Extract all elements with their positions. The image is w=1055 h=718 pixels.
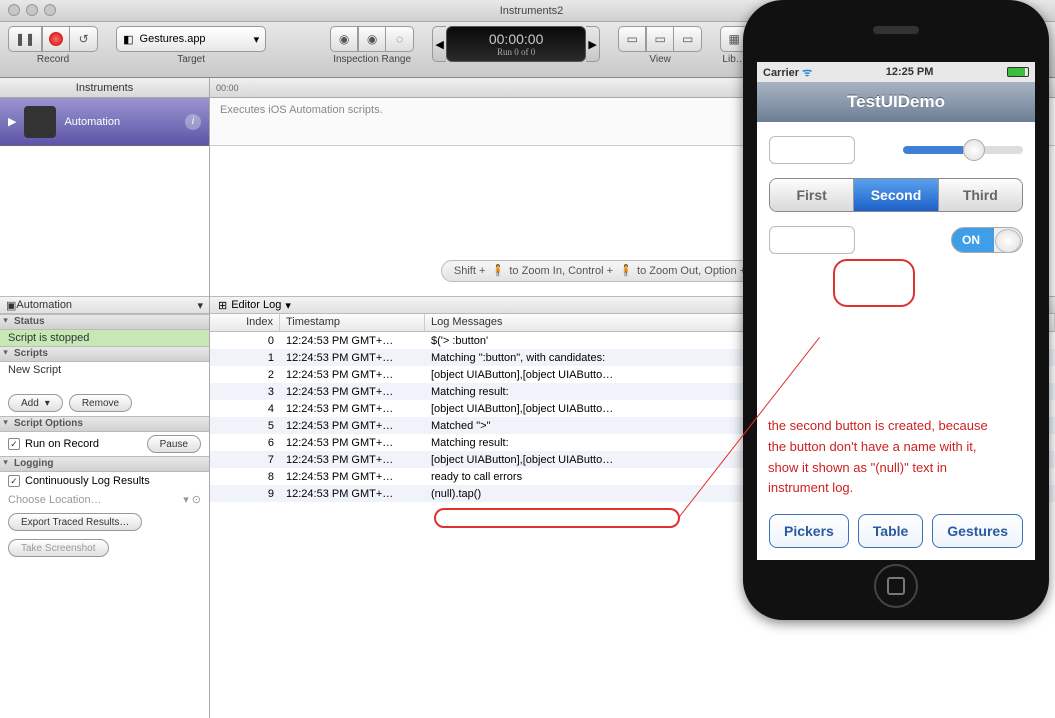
range-start-button[interactable]: ◉ — [330, 26, 358, 52]
logging-header[interactable]: Logging — [0, 456, 209, 472]
annotation-text: the second button is created, because th… — [768, 416, 1008, 499]
automation-icon — [24, 106, 56, 138]
segment-second[interactable]: Second — [854, 179, 938, 211]
script-options-header[interactable]: Script Options — [0, 416, 209, 432]
status-value: Script is stopped — [0, 330, 209, 346]
track-disclosure-icon[interactable]: ▶ — [8, 115, 16, 128]
take-screenshot-button: Take Screenshot — [8, 539, 109, 557]
pause-script-button[interactable]: Pause — [147, 435, 201, 453]
range-clear-button[interactable]: ◌ — [386, 26, 414, 52]
col-timestamp[interactable]: Timestamp — [280, 314, 425, 331]
table-button[interactable]: Table — [858, 514, 924, 548]
person-icon: 🧍 — [491, 264, 503, 278]
battery-icon — [1007, 67, 1029, 77]
detail-dropdown-icon: ▾ — [197, 299, 203, 312]
view-3-button[interactable]: ▭ — [674, 26, 702, 52]
track-name: Automation — [64, 116, 120, 128]
ios-slider[interactable] — [903, 146, 1023, 154]
run-time: 00:00:00 — [489, 31, 544, 47]
ios-switch[interactable]: ON — [951, 227, 1023, 253]
target-selector[interactable]: ◧ Gestures.app ▾ — [116, 26, 266, 52]
add-script-button[interactable]: Add ▾ — [8, 394, 63, 412]
status-section-header[interactable]: Status — [0, 314, 209, 330]
record-button[interactable] — [42, 26, 70, 52]
ios-nav-title: TestUIDemo — [757, 82, 1035, 122]
view-1-button[interactable]: ▭ — [618, 26, 646, 52]
ios-text-field-1[interactable] — [769, 136, 855, 164]
target-app-icon: ◧ — [123, 33, 133, 46]
run-next-button[interactable]: ▶ — [586, 26, 600, 62]
home-button[interactable] — [874, 564, 918, 608]
view-label: View — [649, 54, 671, 65]
ios-text-field-2[interactable] — [769, 226, 855, 254]
script-item[interactable]: New Script — [0, 362, 209, 378]
wifi-icon: ᯤ — [802, 67, 812, 79]
person-icon: 🧍 — [619, 264, 631, 278]
run-on-record-checkbox[interactable]: ✓ — [8, 438, 20, 450]
run-lcd: 00:00:00 Run 0 of 0 — [446, 26, 586, 62]
detail-selector[interactable]: ▣ Automation ▾ — [0, 296, 209, 314]
run-status: Run 0 of 0 — [497, 47, 535, 57]
track-info-button[interactable]: i — [185, 114, 201, 130]
scripts-section-header[interactable]: Scripts — [0, 346, 209, 362]
target-label: Target — [177, 54, 205, 65]
range-end-button[interactable]: ◉ — [358, 26, 386, 52]
run-on-record-label: Run on Record — [25, 438, 99, 450]
run-prev-button[interactable]: ◀ — [432, 26, 446, 62]
gestures-button[interactable]: Gestures — [932, 514, 1023, 548]
choose-location-label: Choose Location… — [8, 494, 102, 506]
ios-time: 12:25 PM — [886, 66, 934, 78]
pickers-button[interactable]: Pickers — [769, 514, 849, 548]
ios-segmented-control[interactable]: First Second Third — [769, 178, 1023, 212]
iphone-simulator: Carrier ᯤ 12:25 PM TestUIDemo First Seco… — [743, 0, 1049, 620]
instruments-header: Instruments — [0, 78, 209, 98]
target-value: Gestures.app — [140, 33, 206, 45]
pause-button[interactable]: ❚❚ — [8, 26, 42, 52]
detail-icon: ▣ — [6, 299, 16, 312]
remove-script-button[interactable]: Remove — [69, 394, 132, 412]
segment-first[interactable]: First — [770, 179, 854, 211]
loop-button[interactable]: ↺ — [70, 26, 98, 52]
col-index[interactable]: Index — [210, 314, 280, 331]
grid-icon: ⊞ — [218, 299, 227, 312]
ios-status-bar: Carrier ᯤ 12:25 PM — [757, 62, 1035, 82]
editor-log-label: Editor Log — [231, 299, 281, 311]
editor-dropdown-icon[interactable]: ▾ — [285, 299, 291, 312]
target-dropdown-icon: ▾ — [254, 33, 260, 46]
window-title: Instruments2 — [500, 5, 564, 17]
traffic-lights[interactable] — [8, 4, 56, 16]
record-label: Record — [37, 54, 69, 65]
export-results-button[interactable]: Export Traced Results… — [8, 513, 142, 531]
segment-third[interactable]: Third — [939, 179, 1022, 211]
automation-track[interactable]: ▶ Automation i — [0, 98, 209, 146]
continuously-log-label: Continuously Log Results — [25, 475, 150, 487]
continuously-log-checkbox[interactable]: ✓ — [8, 475, 20, 487]
inspection-label: Inspection Range — [333, 54, 411, 65]
detail-label: Automation — [16, 299, 72, 311]
view-2-button[interactable]: ▭ — [646, 26, 674, 52]
